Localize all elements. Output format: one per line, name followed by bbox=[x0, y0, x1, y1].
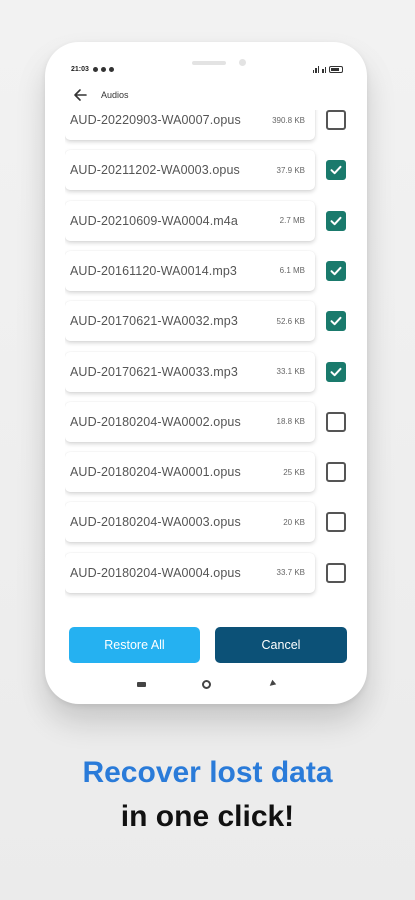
notification-icon bbox=[100, 66, 106, 72]
checkmark-icon bbox=[330, 266, 342, 276]
file-row: AUD-20220903-WA0007.opus 390.8 KB bbox=[65, 110, 365, 140]
file-checkbox[interactable] bbox=[326, 110, 346, 130]
arrow-left-icon[interactable] bbox=[71, 85, 91, 105]
file-checkbox[interactable] bbox=[326, 462, 346, 483]
checkmark-icon bbox=[330, 216, 342, 225]
signal-icon bbox=[312, 65, 319, 73]
file-name: AUD-20220903-WA0007.opus bbox=[70, 113, 241, 127]
file-checkbox[interactable] bbox=[326, 260, 346, 281]
app-header: Audios bbox=[45, 82, 367, 108]
home-icon[interactable] bbox=[202, 680, 211, 689]
file-name: AUD-20161120-WA0014.mp3 bbox=[70, 263, 237, 278]
file-row: AUD-20180204-WA0001.opus 25 KB bbox=[65, 452, 365, 493]
file-size: 25 KB bbox=[283, 467, 305, 477]
file-size: 52.6 KB bbox=[276, 316, 305, 326]
status-time: 21:03 bbox=[71, 65, 89, 73]
file-row: AUD-20210609-WA0004.m4a 2.7 MB bbox=[65, 200, 365, 241]
checkmark-icon bbox=[330, 367, 342, 376]
file-row: AUD-20211202-WA0003.opus 37.9 KB bbox=[65, 150, 365, 191]
whatsapp-icon bbox=[92, 66, 98, 72]
file-name: AUD-20210609-WA0004.m4a bbox=[70, 213, 238, 228]
tagline-subline: in one click! bbox=[120, 800, 295, 833]
battery-icon bbox=[329, 65, 343, 73]
file-name: AUD-20170621-WA0032.mp3 bbox=[70, 314, 238, 329]
file-size: 33.7 KB bbox=[276, 568, 305, 578]
status-bar: 21:03 bbox=[71, 62, 343, 76]
file-row: AUD-20180204-WA0002.opus 18.8 KB bbox=[65, 401, 365, 442]
wifi-icon bbox=[322, 66, 326, 73]
file-size: 6.1 MB bbox=[279, 266, 305, 276]
system-nav-bar bbox=[45, 678, 367, 694]
file-card[interactable]: AUD-20180204-WA0002.opus 18.8 KB bbox=[65, 401, 315, 442]
file-list[interactable]: AUD-20220903-WA0007.opus 390.8 KB AUD-2021… bbox=[65, 110, 365, 620]
checkmark-icon bbox=[330, 166, 342, 175]
file-size: 37.9 KB bbox=[276, 165, 305, 175]
video-icon bbox=[108, 66, 114, 72]
file-name: AUD-20170621-WA0033.mp3 bbox=[70, 364, 238, 379]
file-checkbox[interactable] bbox=[326, 512, 346, 533]
file-row: AUD-20170621-WA0032.mp3 52.6 KB bbox=[65, 301, 365, 342]
file-size: 390.8 KB bbox=[272, 115, 305, 125]
file-checkbox[interactable] bbox=[326, 361, 346, 382]
file-card[interactable]: AUD-20220903-WA0007.opus 390.8 KB bbox=[65, 110, 315, 140]
file-checkbox[interactable] bbox=[326, 562, 346, 583]
file-name: AUD-20211202-WA0003.opus bbox=[70, 163, 240, 178]
file-size: 20 KB bbox=[283, 517, 305, 527]
recent-apps-icon[interactable] bbox=[137, 682, 146, 687]
file-card[interactable]: AUD-20210609-WA0004.m4a 2.7 MB bbox=[65, 200, 315, 241]
file-row: AUD-20170621-WA0033.mp3 33.1 KB bbox=[65, 351, 365, 392]
file-row: AUD-20161120-WA0014.mp3 6.1 MB bbox=[65, 250, 365, 291]
file-checkbox[interactable] bbox=[326, 210, 346, 231]
file-name: AUD-20180204-WA0003.opus bbox=[70, 515, 241, 530]
page-title: Audios bbox=[101, 90, 129, 100]
file-size: 33.1 KB bbox=[276, 367, 305, 376]
cancel-button[interactable]: Cancel bbox=[215, 627, 347, 663]
back-triangle-icon[interactable] bbox=[267, 679, 277, 689]
file-card[interactable]: AUD-20170621-WA0032.mp3 52.6 KB bbox=[65, 301, 315, 342]
file-name: AUD-20180204-WA0002.opus bbox=[70, 414, 241, 429]
file-card[interactable]: AUD-20161120-WA0014.mp3 6.1 MB bbox=[65, 250, 315, 291]
file-checkbox[interactable] bbox=[326, 311, 346, 332]
file-name: AUD-20180204-WA0004.opus bbox=[70, 565, 241, 580]
checkmark-icon bbox=[330, 316, 342, 326]
file-card[interactable]: AUD-20180204-WA0003.opus 20 KB bbox=[65, 502, 315, 543]
restore-all-button[interactable]: Restore All bbox=[69, 627, 200, 663]
file-name: AUD-20180204-WA0001.opus bbox=[70, 465, 241, 480]
phone-frame: 21:03 Audios AUD-20220903-WA0007.opus 390… bbox=[45, 42, 367, 704]
file-card[interactable]: AUD-20211202-WA0003.opus 37.9 KB bbox=[65, 150, 315, 191]
file-row: AUD-20180204-WA0004.opus 33.7 KB bbox=[65, 552, 365, 593]
file-card[interactable]: AUD-20180204-WA0001.opus 25 KB bbox=[65, 452, 315, 493]
file-card[interactable]: AUD-20170621-WA0033.mp3 33.1 KB bbox=[65, 351, 315, 392]
file-size: 18.8 KB bbox=[276, 417, 305, 427]
file-card[interactable]: AUD-20180204-WA0004.opus 33.7 KB bbox=[65, 552, 315, 593]
file-checkbox[interactable] bbox=[326, 411, 346, 432]
tagline-headline: Recover lost data bbox=[82, 756, 333, 789]
file-size: 2.7 MB bbox=[279, 216, 305, 226]
file-checkbox[interactable] bbox=[326, 160, 346, 181]
file-row: AUD-20180204-WA0003.opus 20 KB bbox=[65, 502, 365, 543]
